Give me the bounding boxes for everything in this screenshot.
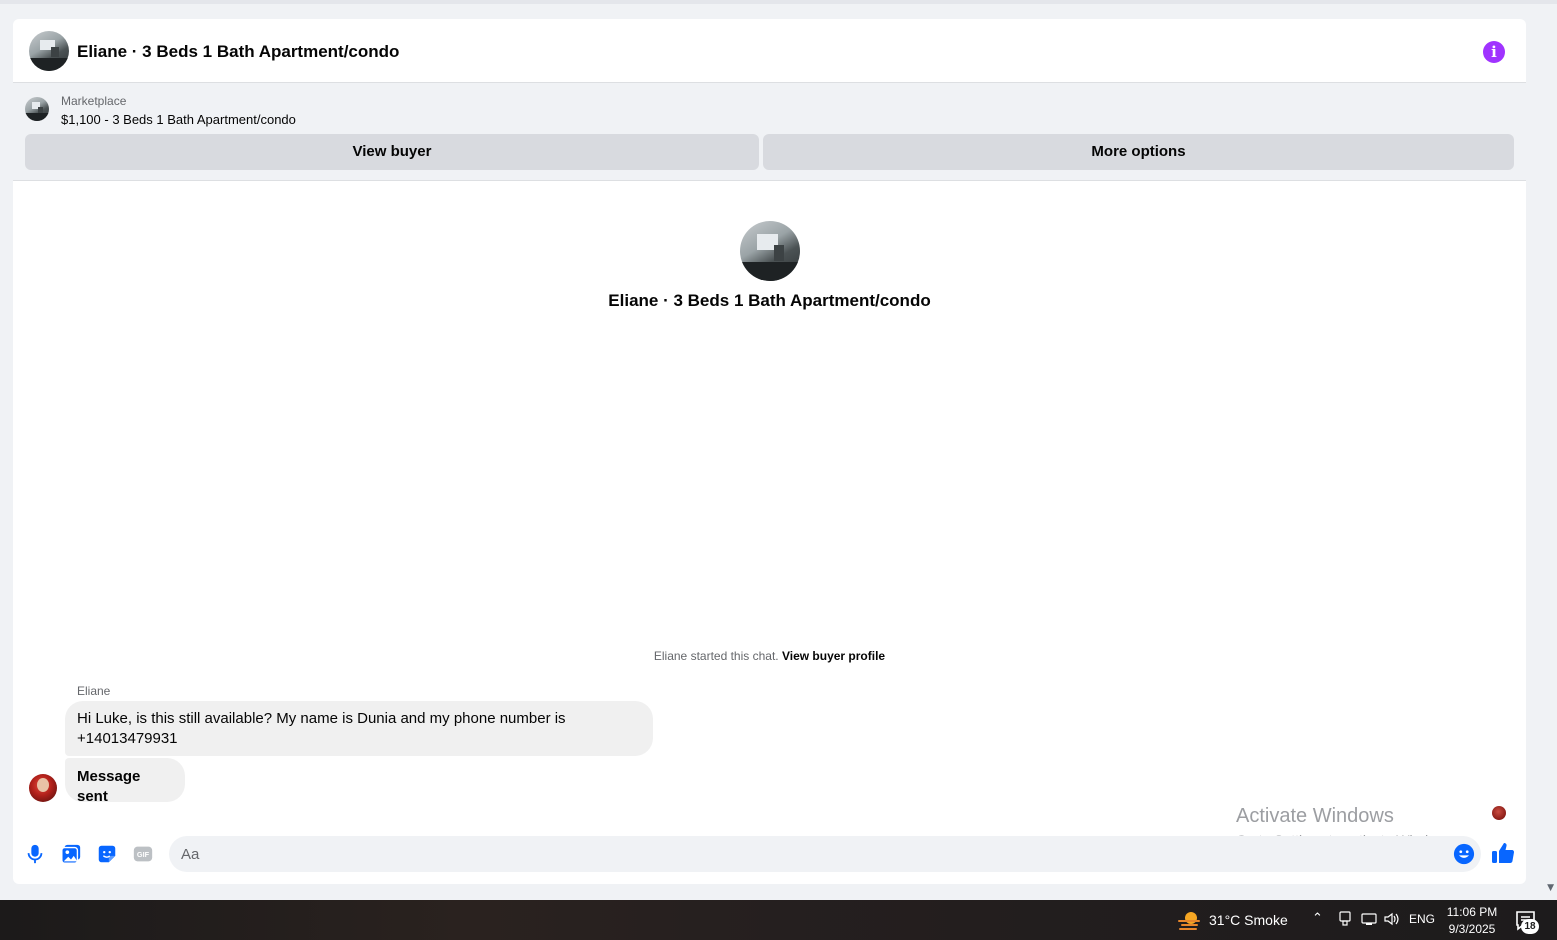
chat-window: Eliane · 3 Beds 1 Bath Apartment/condo i… bbox=[13, 19, 1526, 884]
gif-icon[interactable]: GIF bbox=[132, 843, 154, 865]
listing-thumbnail[interactable] bbox=[25, 97, 49, 121]
weather-icon[interactable] bbox=[1176, 909, 1202, 931]
emoji-icon[interactable] bbox=[1453, 843, 1475, 865]
conversation-avatar[interactable] bbox=[29, 31, 69, 71]
sender-name: Eliane bbox=[77, 684, 111, 698]
watermark-title: Activate Windows bbox=[1236, 805, 1394, 827]
scroll-down-arrow[interactable]: ▼ bbox=[1547, 883, 1554, 893]
intro-avatar[interactable] bbox=[740, 221, 800, 281]
thumbs-up-icon[interactable] bbox=[1491, 841, 1515, 865]
listing-title[interactable]: $1,100 - 3 Beds 1 Bath Apartment/condo bbox=[61, 112, 296, 127]
chat-started-text: Eliane started this chat. bbox=[653, 649, 779, 663]
photo-icon[interactable] bbox=[60, 843, 82, 865]
sender-avatar[interactable] bbox=[29, 774, 57, 802]
listing-banner: Marketplace $1,100 - 3 Beds 1 Bath Apart… bbox=[13, 83, 1526, 181]
top-divider bbox=[0, 0, 1557, 4]
listing-source: Marketplace bbox=[61, 94, 127, 108]
intro-title: Eliane · 3 Beds 1 Bath Apartment/condo bbox=[608, 291, 931, 310]
windows-taskbar: 31°C Smoke ⌃ ENG 11:06 PM 9/3/2025 18 bbox=[0, 900, 1557, 940]
clock-date: 9/3/2025 bbox=[1448, 922, 1496, 936]
view-buyer-button[interactable]: View buyer bbox=[25, 134, 759, 170]
chat-header: Eliane · 3 Beds 1 Bath Apartment/condo i bbox=[13, 19, 1526, 83]
conversation-title[interactable]: Eliane · 3 Beds 1 Bath Apartment/condo bbox=[77, 42, 399, 62]
svg-text:GIF: GIF bbox=[137, 850, 150, 859]
sticker-icon[interactable] bbox=[96, 843, 118, 865]
chevron-up-icon[interactable]: ⌃ bbox=[1312, 911, 1323, 926]
read-receipt-avatar bbox=[1492, 806, 1506, 820]
chat-started-notice: Eliane started this chat. View buyer pro… bbox=[13, 649, 1526, 663]
clock[interactable]: 11:06 PM 9/3/2025 bbox=[1444, 904, 1500, 938]
more-options-button[interactable]: More options bbox=[763, 134, 1514, 170]
page-scrollbar[interactable] bbox=[1544, 4, 1557, 900]
message-input[interactable] bbox=[169, 836, 1481, 872]
weather-text[interactable]: 31°C Smoke bbox=[1209, 912, 1288, 928]
network-icon[interactable] bbox=[1338, 911, 1352, 927]
clock-time: 11:06 PM bbox=[1446, 905, 1498, 919]
wifi-icon[interactable] bbox=[1361, 911, 1377, 927]
language-indicator[interactable]: ENG bbox=[1409, 912, 1435, 926]
info-icon[interactable]: i bbox=[1483, 41, 1505, 63]
volume-icon[interactable] bbox=[1383, 911, 1401, 927]
message-bubble[interactable]: Hi Luke, is this still available? My nam… bbox=[65, 701, 653, 756]
view-buyer-profile-link[interactable]: View buyer profile bbox=[782, 649, 885, 663]
microphone-icon[interactable] bbox=[24, 843, 46, 865]
notification-count-badge: 18 bbox=[1521, 919, 1539, 934]
message-bubble[interactable]: Message sent bbox=[65, 758, 185, 805]
